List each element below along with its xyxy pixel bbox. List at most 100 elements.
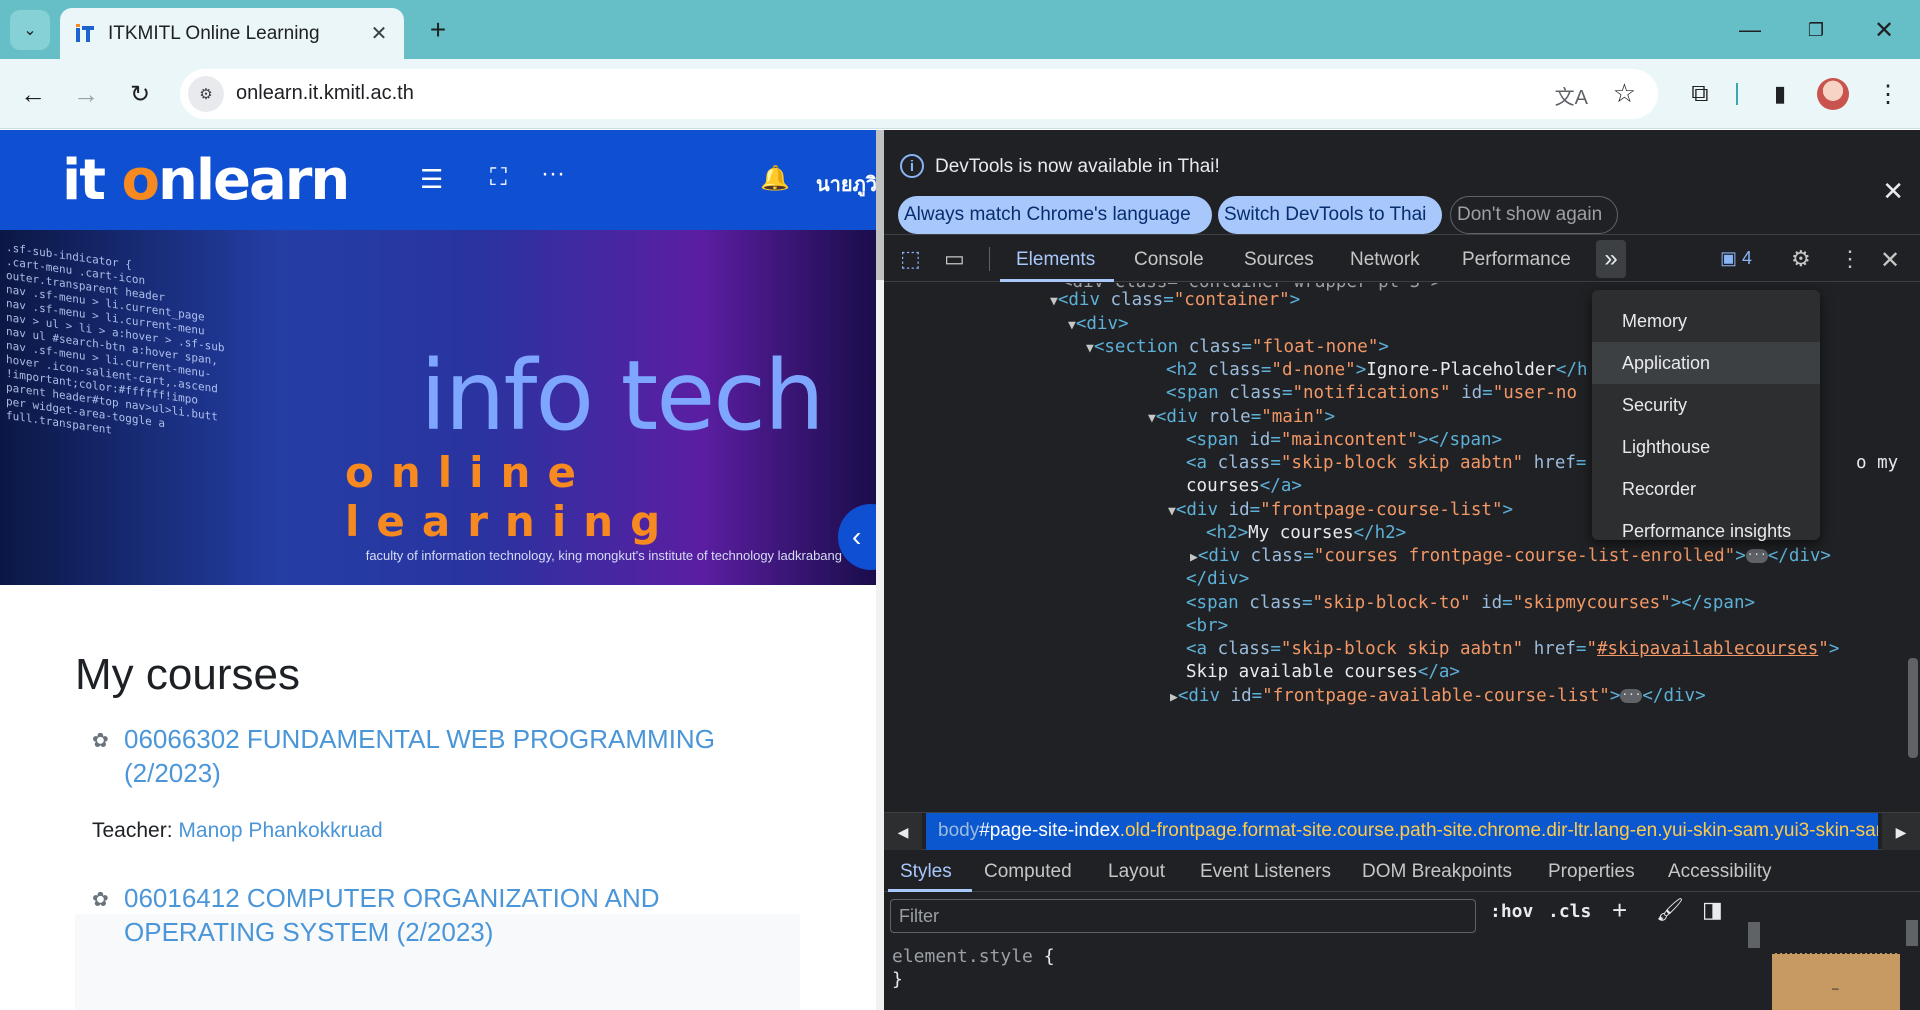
tab-layout[interactable]: Layout [1108, 861, 1165, 883]
bell-icon[interactable]: 🔔 [760, 164, 790, 193]
more-vert-icon[interactable]: ⋮ [1868, 74, 1908, 114]
page-scrollbar-thumb[interactable] [876, 130, 884, 280]
dom-scrollbar-thumb[interactable] [1908, 658, 1918, 758]
dom-text: Skip available courses</a> [1186, 662, 1460, 682]
close-icon[interactable]: ✕ [1880, 246, 1900, 275]
hero-banner: .sf-sub-indicator {.cart-menu .cart-icon… [0, 230, 876, 585]
active-tab-indicator [888, 889, 972, 892]
back-icon[interactable]: ← [13, 74, 53, 114]
teacher-label: Teacher: [92, 819, 179, 842]
styles-scrollbar-thumb[interactable] [1748, 922, 1760, 948]
tab-console[interactable]: Console [1134, 249, 1204, 271]
style-brace: } [892, 969, 903, 990]
dom-node[interactable]: ▼<div> [1068, 313, 1129, 337]
dom-node[interactable]: </div> [1186, 568, 1249, 591]
teacher-link[interactable]: Manop Phankokkruad [178, 819, 382, 842]
course-icon: ✿ [92, 889, 109, 911]
dom-node[interactable]: ▼<div role="main"> [1148, 406, 1335, 430]
tab-event-listeners[interactable]: Event Listeners [1200, 861, 1331, 883]
paint-brush-icon[interactable]: 🖌 [1656, 897, 1684, 923]
extensions-icon[interactable]: ⧉ [1680, 74, 1720, 114]
tab-search-icon[interactable]: ⌄ [10, 10, 50, 50]
reload-icon[interactable]: ↻ [120, 74, 160, 114]
tab-dom-breakpoints[interactable]: DOM Breakpoints [1362, 861, 1512, 883]
dom-node[interactable]: <h2>My courses</h2> [1206, 522, 1406, 545]
course-item: ✿ 06016412 COMPUTER ORGANIZATION AND OPE… [92, 881, 800, 949]
dont-show-again-button[interactable]: Don't show again [1450, 196, 1618, 234]
dom-link[interactable]: #skipavailablecourses [1597, 639, 1818, 659]
course-item: ✿ 06066302 FUNDAMENTAL WEB PROGRAMMING (… [92, 722, 800, 847]
site-info-icon[interactable]: ⚙ [188, 76, 224, 112]
more-vert-icon[interactable]: ⋮ [1839, 246, 1861, 272]
user-name[interactable]: นายภูวิ [816, 168, 876, 200]
tab-elements[interactable]: Elements [1016, 249, 1095, 271]
address-bar[interactable]: ⚙ onlearn.it.kmitl.ac.th 文A ☆ [180, 69, 1658, 119]
star-icon[interactable]: ☆ [1613, 78, 1636, 109]
hov-button[interactable]: :hov [1490, 901, 1533, 922]
close-icon[interactable]: ✕ [366, 20, 392, 46]
side-panel-icon[interactable]: ▮ [1760, 74, 1800, 114]
gear-icon[interactable]: ⚙ [1791, 246, 1811, 272]
more-dots-icon[interactable]: ··· [541, 160, 565, 188]
tab-computed[interactable]: Computed [984, 861, 1072, 883]
plus-icon[interactable]: + [1612, 895, 1627, 926]
chevron-right-icon[interactable]: ▶ [1882, 813, 1920, 851]
menu-item-performance-insights[interactable]: Performance insights [1592, 510, 1820, 552]
tab-sources[interactable]: Sources [1244, 249, 1314, 271]
fullscreen-icon[interactable]: ⛶ [490, 164, 507, 192]
chevron-left-icon[interactable]: ◀ [884, 813, 922, 851]
main-content: My courses ✿ 06066302 FUNDAMENTAL WEB PR… [75, 650, 800, 1010]
tab-styles[interactable]: Styles [900, 861, 952, 883]
dom-node[interactable]: ▼<div id="frontpage-course-list"> [1168, 499, 1513, 523]
styles-tabbar: Styles Computed Layout Event Listeners D… [884, 850, 1920, 892]
more-tabs-icon[interactable]: » [1596, 240, 1626, 278]
menu-item-recorder[interactable]: Recorder [1592, 468, 1820, 510]
filter-input[interactable]: Filter [890, 899, 1476, 933]
issues-count: 4 [1742, 248, 1753, 268]
dom-node[interactable]: <span id="maincontent"></span> [1186, 429, 1502, 452]
plus-icon[interactable]: + [420, 12, 456, 48]
tab[interactable]: ITKMITL Online Learning ✕ [60, 8, 404, 59]
forward-icon[interactable]: → [66, 74, 106, 114]
tab-network[interactable]: Network [1350, 249, 1420, 271]
restore-icon[interactable]: ❐ [1796, 10, 1836, 50]
sidebar-toggle-icon[interactable]: ◨ [1702, 897, 1723, 923]
dom-node[interactable]: <span class="skip-block-to" id="skipmyco… [1186, 592, 1755, 615]
dom-node[interactable]: ▼<div class="container"> [1050, 289, 1300, 313]
course-link[interactable]: 06066302 FUNDAMENTAL WEB PROGRAMMING (2/… [124, 722, 800, 790]
device-toolbar-icon[interactable]: ▭ [944, 246, 965, 272]
course-link[interactable]: 06016412 COMPUTER ORGANIZATION AND OPERA… [124, 881, 800, 949]
issues-badge[interactable]: ▣ 4 [1720, 248, 1752, 269]
box-model-scrollbar-thumb[interactable] [1906, 920, 1918, 946]
teacher-line: Teacher: Manop Phankokkruad [92, 814, 800, 847]
site-logo[interactable]: it onlearn [62, 148, 350, 213]
styles-scrollbar[interactable] [1746, 893, 1762, 1010]
dom-node[interactable]: <br> [1186, 615, 1228, 638]
minimize-icon[interactable]: — [1730, 10, 1770, 50]
menu-item-lighthouse[interactable]: Lighthouse [1592, 426, 1820, 468]
dom-node[interactable]: <a class="skip-block skip aabtn" href= [1186, 452, 1586, 475]
menu-item-application[interactable]: Application [1592, 342, 1820, 384]
translate-icon[interactable]: 文A [1555, 81, 1588, 110]
dom-node[interactable]: ▼<section class="float-none"> [1086, 336, 1389, 360]
dom-node[interactable]: <h2 class="d-none">Ignore-Placeholder</h [1166, 359, 1588, 382]
dom-node[interactable]: ▶<div id="frontpage-available-course-lis… [1170, 685, 1706, 709]
dom-node[interactable]: <a class="skip-block skip aabtn" href="#… [1186, 638, 1839, 661]
match-language-button[interactable]: Always match Chrome's language [898, 196, 1212, 234]
tab-properties[interactable]: Properties [1548, 861, 1635, 883]
tab-performance[interactable]: Performance [1462, 249, 1571, 271]
dom-node[interactable]: <span class="notifications" id="user-no [1166, 382, 1577, 405]
cls-button[interactable]: .cls [1548, 901, 1591, 922]
menu-item-memory[interactable]: Memory [1592, 300, 1820, 342]
menu-item-security[interactable]: Security [1592, 384, 1820, 426]
window-close-icon[interactable]: ✕ [1864, 10, 1904, 50]
close-icon[interactable]: ✕ [1882, 176, 1904, 207]
tab-accessibility[interactable]: Accessibility [1668, 861, 1771, 883]
inspect-icon[interactable]: ⬚ [900, 246, 921, 272]
switch-to-thai-button[interactable]: Switch DevTools to Thai [1218, 196, 1442, 234]
url-text[interactable]: onlearn.it.kmitl.ac.th [236, 82, 414, 105]
breadcrumb-item[interactable]: body#page-site-index.old-frontpage.forma… [926, 813, 1878, 851]
avatar[interactable] [1817, 78, 1849, 110]
box-model-scrollbar[interactable] [1904, 893, 1920, 1010]
hamburger-icon[interactable]: ☰ [420, 164, 443, 195]
